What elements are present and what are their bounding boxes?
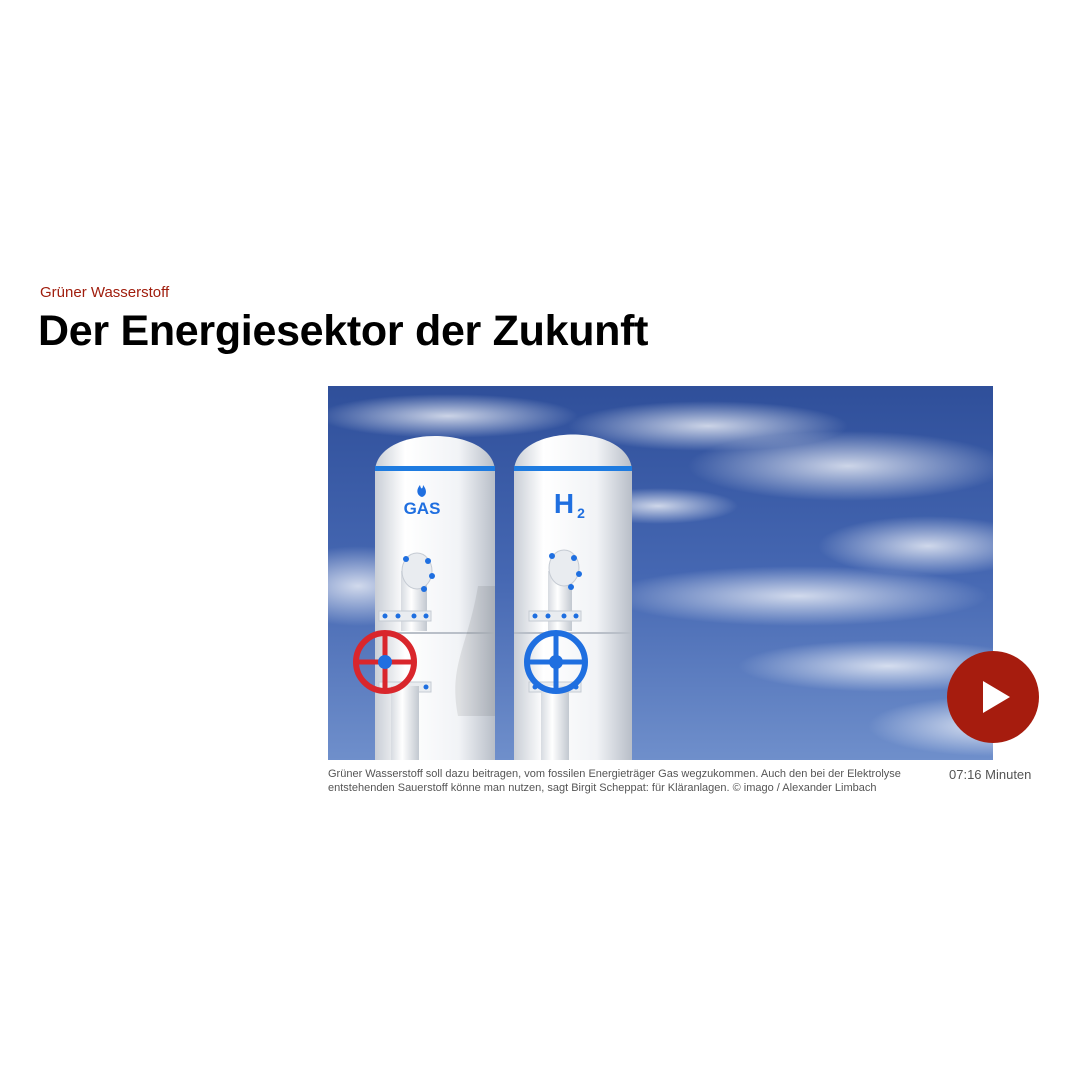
article-image[interactable]: GAS H 2 — [328, 386, 993, 760]
blue-valve-wheel — [524, 630, 588, 694]
h2-tank: H 2 — [514, 434, 632, 760]
gas-tank: GAS — [353, 436, 495, 760]
h2-subscript: 2 — [577, 505, 585, 521]
image-caption: Grüner Wasserstoff soll dazu beitragen, … — [328, 768, 901, 794]
article-headline: Der Energiesektor der Zukunft — [38, 307, 649, 355]
play-icon — [983, 681, 1010, 713]
article-page: Grüner Wasserstoff Der Energiesektor der… — [0, 0, 1080, 1080]
audio-duration: 07:16 Minuten — [949, 767, 1032, 782]
h2-label: H — [554, 488, 574, 519]
article-kicker: Grüner Wasserstoff — [40, 284, 170, 301]
gas-label: GAS — [404, 499, 441, 518]
play-button[interactable] — [947, 651, 1039, 743]
hydrogen-tanks-illustration: GAS H 2 — [328, 386, 993, 760]
red-valve-wheel — [353, 630, 417, 694]
